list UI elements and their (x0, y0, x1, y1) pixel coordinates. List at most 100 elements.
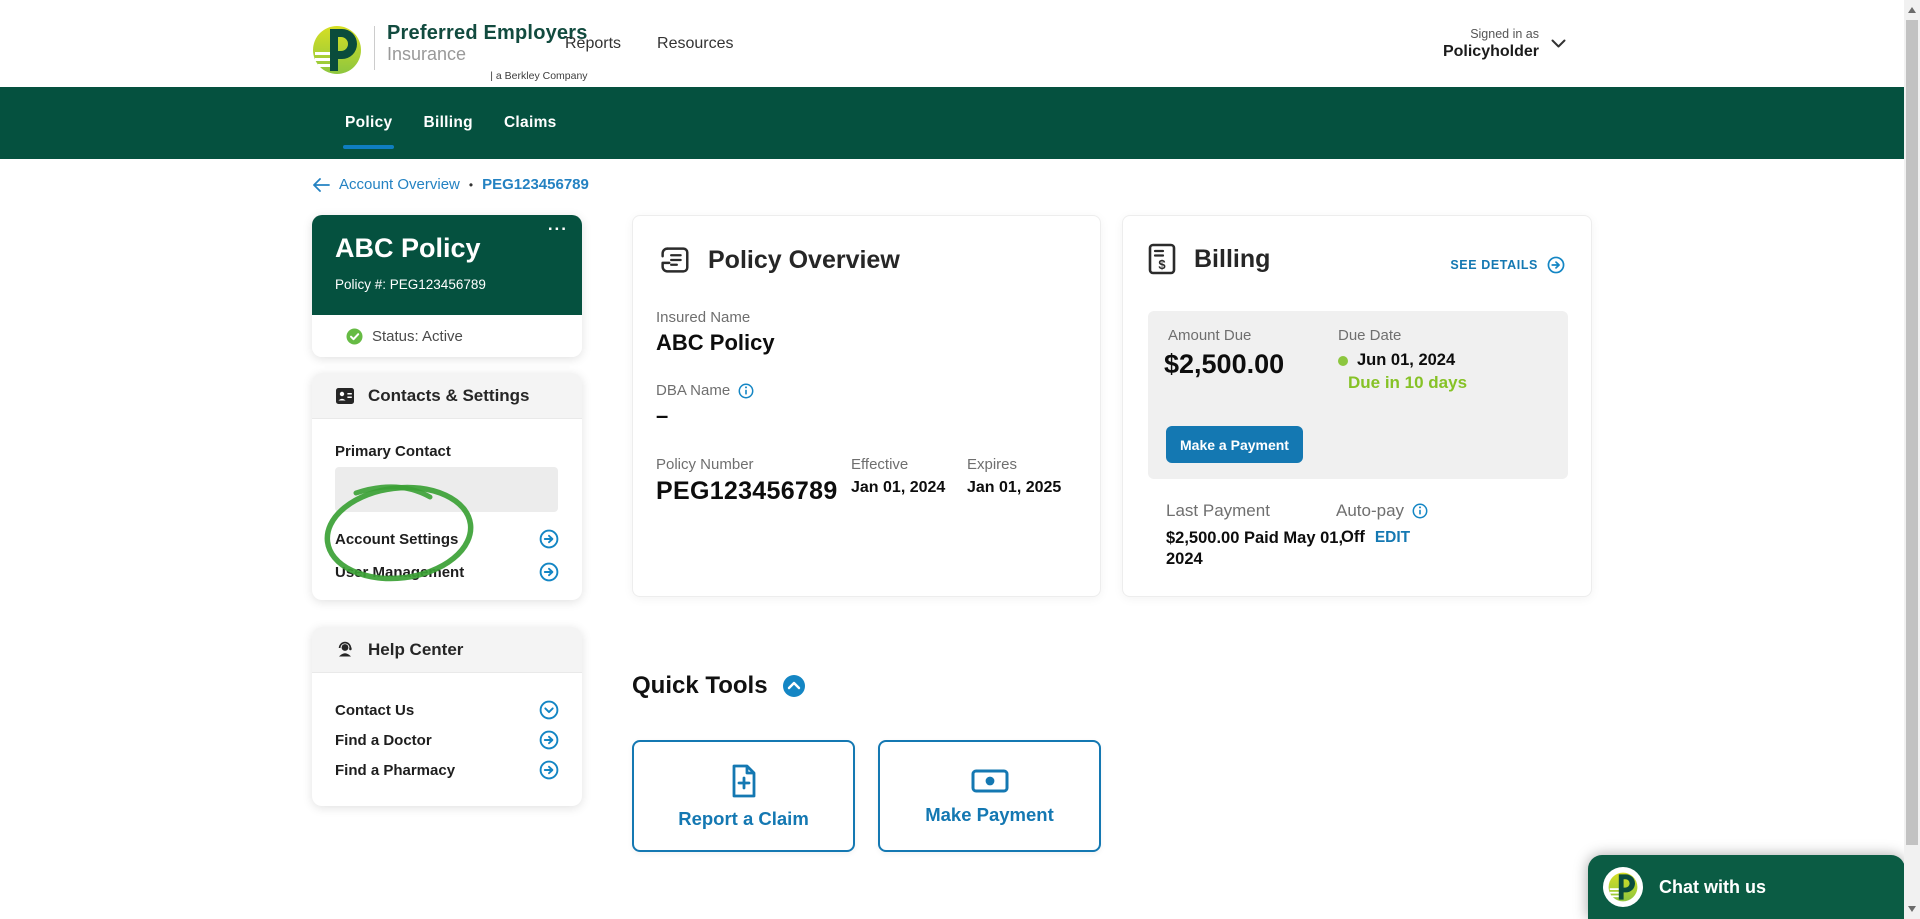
make-payment-label: Make Payment (925, 804, 1054, 826)
policy-number-label: Policy Number (656, 456, 838, 473)
help-center-card: Help Center Contact Us Find a Doctor Fin… (312, 627, 582, 806)
page-scrollbar[interactable] (1904, 0, 1920, 919)
policy-number-value: PEG123456789 (656, 477, 838, 506)
find-a-pharmacy-link[interactable]: Find a Pharmacy (335, 760, 559, 780)
policy-number: Policy #: PEG123456789 (335, 277, 486, 292)
logo-line1: Preferred Employers (387, 22, 588, 45)
account-settings-label: Account Settings (335, 531, 458, 548)
billing-title: Billing (1194, 245, 1270, 274)
file-plus-icon (727, 763, 761, 799)
scroll-down-arrow-icon[interactable] (1908, 906, 1916, 912)
chevron-down-circle-icon (539, 700, 559, 720)
company-logo[interactable]: Preferred Employers Insurance | a Berkle… (312, 22, 588, 82)
user-management-link[interactable]: User Management (335, 562, 559, 582)
more-options-icon[interactable]: ... (548, 215, 568, 235)
autopay-status-row: Off EDIT (1341, 528, 1410, 547)
effective-field: Effective Jan 01, 2024 (851, 456, 945, 497)
breadcrumb-current[interactable]: PEG123456789 (482, 176, 589, 193)
account-settings-link[interactable]: Account Settings (335, 529, 559, 549)
contacts-settings-body: Primary Contact Account Settings User Ma… (312, 419, 582, 582)
autopay-edit-link[interactable]: EDIT (1375, 529, 1410, 547)
amount-due-panel: Amount Due $2,500.00 Due Date Jun 01, 20… (1148, 311, 1568, 479)
logo-p-icon (1608, 872, 1638, 902)
scroll-up-arrow-icon[interactable] (1908, 7, 1916, 13)
info-icon[interactable] (1412, 503, 1428, 519)
expires-field: Expires Jan 01, 2025 (967, 456, 1061, 497)
nav-reports[interactable]: Reports (565, 35, 621, 53)
logo-tagline: | a Berkley Company (387, 70, 588, 82)
arrow-right-circle-icon (539, 529, 559, 549)
user-management-label: User Management (335, 564, 464, 581)
svg-text:$: $ (1158, 257, 1166, 272)
tab-billing[interactable]: Billing (423, 114, 472, 132)
info-icon[interactable] (738, 383, 754, 399)
policyholder-portal-page: Preferred Employers Insurance | a Berkle… (0, 0, 1920, 919)
status-check-icon (346, 328, 363, 345)
policy-overview-title: Policy Overview (708, 246, 900, 275)
logo-divider (374, 26, 375, 70)
arrow-right-circle-icon (1547, 256, 1565, 274)
due-date-row: Jun 01, 2024 (1338, 351, 1455, 370)
policy-name: ABC Policy (335, 233, 481, 264)
primary-contact-value (335, 467, 558, 512)
dba-name-label: DBA Name (656, 382, 730, 399)
policy-summary-card: ... ABC Policy Policy #: PEG123456789 St… (312, 215, 582, 357)
find-a-doctor-label: Find a Doctor (335, 732, 432, 749)
account-text: Signed in as Policyholder (1443, 27, 1539, 61)
top-header: Preferred Employers Insurance | a Berkle… (0, 0, 1904, 87)
scrollbar-thumb[interactable] (1906, 20, 1918, 845)
find-a-doctor-link[interactable]: Find a Doctor (335, 730, 559, 750)
breadcrumb: Account Overview • PEG123456789 (312, 176, 589, 193)
effective-value: Jan 01, 2024 (851, 479, 945, 497)
primary-contact-label: Primary Contact (335, 443, 559, 460)
contact-card-icon (335, 386, 355, 406)
account-menu[interactable]: Signed in as Policyholder (1443, 0, 1566, 87)
billing-receipt-icon: $ (1146, 242, 1178, 276)
contacts-settings-title: Contacts & Settings (368, 386, 530, 406)
breadcrumb-back-link[interactable]: Account Overview (312, 176, 460, 193)
quick-tools-header: Quick Tools (632, 672, 806, 700)
chat-logo (1603, 867, 1643, 907)
breadcrumb-back-label: Account Overview (339, 176, 460, 193)
expires-value: Jan 01, 2025 (967, 479, 1061, 497)
support-agent-icon (335, 640, 355, 660)
policy-number-field: Policy Number PEG123456789 (656, 456, 838, 506)
nav-resources[interactable]: Resources (657, 35, 733, 53)
contact-us-link[interactable]: Contact Us (335, 700, 559, 720)
chat-widget[interactable]: Chat with us (1588, 855, 1905, 919)
make-payment-tool[interactable]: Make Payment (878, 740, 1101, 852)
contacts-settings-header: Contacts & Settings (312, 373, 582, 419)
arrow-right-circle-icon (539, 760, 559, 780)
billing-card: $ Billing SEE DETAILS Amount Due $2,500.… (1122, 215, 1592, 597)
amount-due-value: $2,500.00 (1164, 349, 1284, 380)
help-center-title: Help Center (368, 640, 463, 660)
due-status-dot-icon (1338, 356, 1348, 366)
tab-claims[interactable]: Claims (504, 114, 557, 132)
logo-p-icon (312, 25, 362, 75)
make-a-payment-button[interactable]: Make a Payment (1166, 426, 1303, 463)
amount-due-label: Amount Due (1168, 327, 1251, 344)
quick-tools-title: Quick Tools (632, 672, 768, 700)
report-a-claim-tool[interactable]: Report a Claim (632, 740, 855, 852)
status-badge: Status: Active (372, 328, 463, 345)
policy-overview-title-row: Policy Overview (656, 242, 900, 278)
primary-nav-bar: Policy Billing Claims (0, 87, 1904, 159)
autopay-label: Auto-pay (1336, 501, 1404, 521)
tab-policy[interactable]: Policy (345, 114, 392, 132)
billing-title-row: $ Billing (1146, 242, 1270, 276)
report-a-claim-label: Report a Claim (678, 808, 809, 830)
collapse-chevron-up-icon[interactable] (782, 674, 806, 698)
arrow-right-circle-icon (539, 730, 559, 750)
autopay-status: Off (1341, 528, 1365, 547)
contact-us-label: Contact Us (335, 702, 414, 719)
last-payment-value: $2,500.00 Paid May 01, 2024 (1166, 528, 1354, 569)
insured-name-field: Insured Name ABC Policy (656, 309, 775, 356)
arrow-right-circle-icon (539, 562, 559, 582)
due-in-days: Due in 10 days (1348, 373, 1467, 393)
policy-overview-card: Policy Overview Insured Name ABC Policy … (632, 215, 1101, 597)
policy-status-row: Status: Active (312, 315, 582, 357)
due-date-label: Due Date (1338, 327, 1401, 344)
autopay-label-row: Auto-pay (1336, 501, 1428, 521)
see-details-link[interactable]: SEE DETAILS (1450, 256, 1565, 274)
primary-tabs: Policy Billing Claims (345, 87, 557, 159)
